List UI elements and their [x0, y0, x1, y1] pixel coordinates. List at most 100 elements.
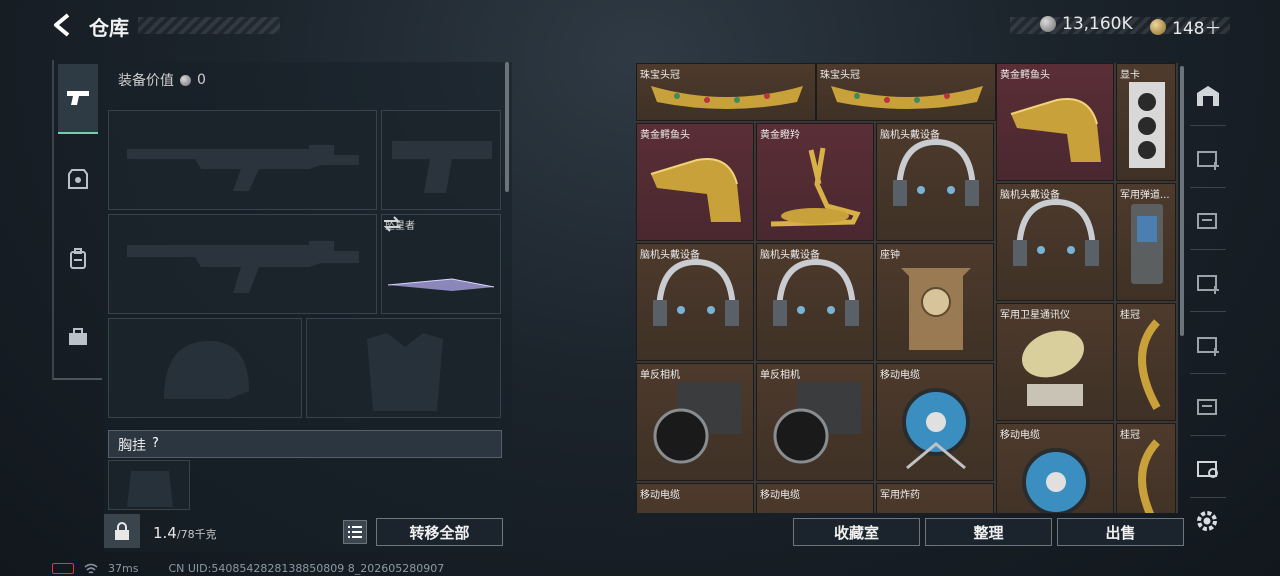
- item-mobile-cable[interactable]: 移动电缆: [876, 363, 994, 481]
- item-military-explosive[interactable]: 军用炸药: [876, 483, 994, 513]
- satellite-dish-icon: [1022, 330, 1084, 406]
- item-laurel[interactable]: 桂冠: [1116, 303, 1176, 421]
- chest-rig-label: 胸挂: [118, 438, 146, 454]
- organize-button[interactable]: 整理: [925, 518, 1052, 546]
- item-name: 显卡: [1120, 70, 1140, 81]
- tab-warehouse-6[interactable]: [1190, 376, 1226, 436]
- item-bci-headset[interactable]: 脑机头戴设备: [876, 123, 994, 241]
- silver-coin-icon: [180, 74, 191, 86]
- armor-slot[interactable]: [306, 318, 501, 418]
- item-name: 脑机头戴设备: [1000, 190, 1060, 201]
- item-jewel-crown[interactable]: 珠宝头冠: [636, 63, 816, 121]
- rifle-silhouette-icon: [127, 241, 359, 293]
- item-mobile-cable[interactable]: 移动电缆: [996, 423, 1114, 513]
- warehouse-scrollbar[interactable]: [1180, 66, 1184, 336]
- chevron-left-icon: [54, 13, 70, 37]
- settings-button[interactable]: [1194, 508, 1220, 534]
- melee-slot[interactable]: 坠星者: [381, 214, 501, 356]
- item-gpu[interactable]: 显卡: [1116, 63, 1176, 181]
- tab-case[interactable]: [58, 302, 98, 372]
- equipment-value-amount: 0: [197, 72, 206, 88]
- tab-warehouse-3[interactable]: [1190, 190, 1226, 250]
- storage-search-icon: [1197, 460, 1218, 478]
- headset-icon: [1013, 198, 1099, 266]
- item-name: 军用炸药: [880, 490, 920, 501]
- tab-weapons[interactable]: [58, 64, 98, 134]
- briefcase-icon: [69, 328, 87, 345]
- item-name: 桂冠: [1120, 310, 1140, 321]
- pistol-slot[interactable]: [381, 110, 501, 210]
- item-gold-croc-head[interactable]: 黄金鳄鱼头: [996, 63, 1114, 181]
- item-jewel-crown[interactable]: 珠宝头冠: [816, 63, 996, 121]
- helmet-slot[interactable]: [108, 318, 302, 418]
- armor-icon: [68, 169, 88, 189]
- carry-weight-value: 1.4: [153, 524, 177, 542]
- sell-button[interactable]: 出售: [1057, 518, 1184, 546]
- chest-rig-header: [108, 430, 502, 458]
- item-gold-gazelle[interactable]: 黄金瞪羚: [756, 123, 874, 241]
- tab-backpack[interactable]: [58, 224, 98, 294]
- tab-warehouse-2[interactable]: [1190, 128, 1226, 188]
- warehouse-icon: [1197, 85, 1219, 106]
- warehouse-grid: 珠宝头冠 珠宝头冠 黄金鳄鱼头 显卡 黄金鳄鱼头 黄金瞪羚 脑机头戴设备 军用弹…: [636, 63, 1178, 513]
- tab-warehouse-4[interactable]: [1190, 252, 1226, 312]
- tab-armor[interactable]: [58, 144, 98, 214]
- ping-text: 37ms: [108, 562, 139, 575]
- cable-reel-icon: [902, 388, 970, 470]
- back-button[interactable]: [48, 10, 78, 40]
- item-name: 移动电缆: [880, 370, 920, 381]
- equipment-scrollbar[interactable]: [505, 62, 509, 192]
- item-mobile-cable[interactable]: 移动电缆: [756, 483, 874, 513]
- item-bci-headset[interactable]: 脑机头戴设备: [996, 183, 1114, 301]
- uid-text: CN UID:5408542828138850809 8_20260528090…: [168, 562, 445, 575]
- item-bci-headset[interactable]: 脑机头戴设备: [756, 243, 874, 361]
- item-mantel-clock[interactable]: 座钟: [876, 243, 994, 361]
- item-gold-croc-head[interactable]: 黄金鳄鱼头: [636, 123, 754, 241]
- item-mobile-cable[interactable]: 移动电缆: [636, 483, 754, 513]
- tab-warehouse-5[interactable]: [1190, 314, 1226, 374]
- storage-add-icon: [1197, 274, 1219, 294]
- status-bar: 37ms CN UID:5408542828138850809 8_202605…: [52, 562, 444, 575]
- item-name: 移动电缆: [1000, 430, 1040, 441]
- currency-gold-value: 148＋: [1172, 19, 1222, 39]
- container-lock-button[interactable]: [104, 514, 140, 548]
- chest-rig-slot[interactable]: [108, 460, 190, 510]
- item-bci-headset[interactable]: 脑机头戴设备: [636, 243, 754, 361]
- primary-weapon-slot[interactable]: [108, 110, 377, 210]
- gear-icon: [1197, 511, 1217, 531]
- pistol-silhouette-icon: [392, 141, 492, 193]
- title-decoration: [138, 17, 280, 34]
- item-name: 黄金瞪羚: [760, 130, 800, 141]
- item-name: 移动电缆: [760, 490, 800, 501]
- item-name: 黄金鳄鱼头: [640, 130, 690, 141]
- item-satellite-comm[interactable]: 军用卫星通讯仪: [996, 303, 1114, 421]
- tab-warehouse-7[interactable]: [1190, 438, 1226, 498]
- transfer-all-button[interactable]: 转移全部: [376, 518, 503, 546]
- collection-room-button[interactable]: 收藏室: [793, 518, 920, 546]
- page-title: 仓库: [89, 16, 129, 40]
- tab-warehouse-main[interactable]: [1190, 66, 1226, 126]
- carry-weight-max: /78千克: [176, 528, 217, 541]
- list-view-button[interactable]: [343, 520, 367, 544]
- camera-icon: [653, 382, 741, 464]
- storage-icon: [1197, 212, 1217, 229]
- secondary-weapon-slot[interactable]: [108, 214, 377, 314]
- item-laurel[interactable]: 桂冠: [1116, 423, 1176, 513]
- storage-add-icon: [1197, 150, 1219, 170]
- wifi-icon: [84, 563, 98, 574]
- rifle-silhouette-icon: [127, 145, 359, 191]
- melee-name: 坠星者: [385, 221, 415, 232]
- currency-silver[interactable]: 13,160K: [1040, 14, 1133, 34]
- pistol-icon: [67, 91, 89, 105]
- croc-head-icon: [1010, 98, 1101, 162]
- item-name: 单反相机: [760, 370, 800, 381]
- currency-gold[interactable]: 148＋: [1150, 14, 1221, 39]
- laurel-icon: [1138, 319, 1161, 410]
- silver-coin-icon: [1040, 16, 1056, 32]
- item-military-ballistic[interactable]: 军用弹道...: [1116, 183, 1176, 301]
- gold-coin-icon: [1150, 18, 1166, 35]
- item-dslr-camera[interactable]: 单反相机: [756, 363, 874, 481]
- item-dslr-camera[interactable]: 单反相机: [636, 363, 754, 481]
- item-name: 脑机头戴设备: [760, 250, 820, 261]
- help-icon[interactable]: ?: [152, 436, 159, 451]
